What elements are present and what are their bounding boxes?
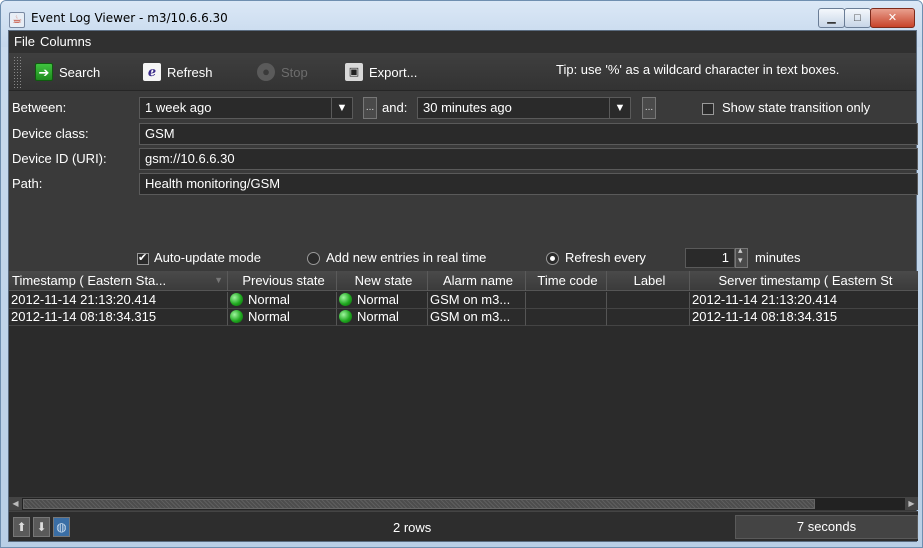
cell-time-code <box>526 309 607 326</box>
cell-server-timestamp: 2012-11-14 21:13:20.414 <box>690 292 918 309</box>
stop-button-label: Stop <box>281 64 308 80</box>
cell-server-timestamp: 2012-11-14 08:18:34.315 <box>690 309 918 326</box>
path-field[interactable]: Health monitoring/GSM <box>139 173 918 195</box>
cell-new-state-text: Normal <box>357 292 399 307</box>
status-green-icon <box>230 310 243 323</box>
elapsed-time: 7 seconds <box>735 515 918 539</box>
cell-new-state-text: Normal <box>357 309 399 324</box>
cell-label <box>607 292 690 309</box>
column-header-alarm-name[interactable]: Alarm name <box>428 271 526 291</box>
tip-text: Tip: use '%' as a wildcard character in … <box>556 62 840 77</box>
export-button[interactable]: ▣ Export... <box>345 62 417 82</box>
column-header-label[interactable]: Label <box>607 271 690 291</box>
between-chevron-down-icon[interactable]: ▼ <box>331 97 353 119</box>
column-header-timestamp[interactable]: Timestamp ( Eastern Sta... ▼ <box>9 271 228 291</box>
refresh-interval-spinner[interactable]: 1 <box>685 248 735 268</box>
auto-update-label: Auto-update mode <box>154 250 261 265</box>
menu-columns[interactable]: Columns <box>40 34 91 49</box>
maximize-button[interactable]: □ <box>844 8 871 28</box>
device-id-label: Device ID (URI): <box>12 151 107 166</box>
and-label: and: <box>382 100 408 115</box>
status-bar: ⬆ ⬇ ◍ 2 rows 7 seconds <box>9 511 918 541</box>
export-button-label: Export... <box>369 64 418 80</box>
stop-button[interactable]: ● Stop <box>257 62 308 82</box>
toolbar: ➔ Search ℯ Refresh ● Stop ▣ Export... ? … <box>9 53 916 91</box>
between-label: Between: <box>12 100 67 115</box>
cell-timestamp: 2012-11-14 21:13:20.414 <box>9 292 228 309</box>
search-button[interactable]: ➔ Search <box>35 62 100 82</box>
column-header-previous-state[interactable]: Previous state <box>228 271 337 291</box>
refresh-icon: ℯ <box>143 63 161 81</box>
cell-time-code <box>526 292 607 309</box>
state-transition-checkbox[interactable] <box>702 103 714 115</box>
cell-previous-state-text: Normal <box>248 292 290 307</box>
and-picker-button[interactable]: ... <box>642 97 656 119</box>
cell-alarm-name: GSM on m3... <box>428 309 526 326</box>
scroll-left-icon[interactable]: ◀ <box>9 498 22 510</box>
status-green-icon <box>230 293 243 306</box>
column-header-time-code[interactable]: Time code <box>526 271 607 291</box>
column-header-timestamp-label: Timestamp ( Eastern Sta... <box>12 273 167 288</box>
table-body: 2012-11-14 21:13:20.414 Normal Normal GS… <box>9 292 918 326</box>
cell-previous-state: Normal <box>228 292 337 309</box>
horizontal-scrollbar[interactable]: ◀ ▶ <box>9 497 918 510</box>
auto-update-checkbox[interactable] <box>137 251 149 265</box>
status-green-icon <box>339 293 352 306</box>
scrollbar-thumb[interactable] <box>23 499 815 509</box>
event-table: Timestamp ( Eastern Sta... ▼ Previous st… <box>9 271 918 497</box>
table-header: Timestamp ( Eastern Sta... ▼ Previous st… <box>9 271 918 291</box>
minimize-button[interactable]: ▁ <box>818 8 845 28</box>
refresh-interval-stepper[interactable] <box>735 245 748 268</box>
toolbar-grip[interactable] <box>13 56 21 88</box>
menu-bar: File Columns <box>9 31 916 53</box>
refresh-button[interactable]: ℯ Refresh <box>143 62 213 82</box>
row-count: 2 rows <box>393 520 432 535</box>
device-id-field[interactable]: gsm://10.6.6.30 <box>139 148 918 170</box>
search-button-label: Search <box>59 64 101 80</box>
cell-timestamp: 2012-11-14 08:18:34.315 <box>9 309 228 326</box>
column-header-new-state[interactable]: New state <box>337 271 428 291</box>
path-label: Path: <box>12 176 43 191</box>
cell-new-state: Normal <box>337 292 428 309</box>
table-row[interactable]: 2012-11-14 21:13:20.414 Normal Normal GS… <box>9 292 918 309</box>
state-transition-label: Show state transition only <box>722 100 871 115</box>
between-picker-button[interactable]: ... <box>363 97 377 119</box>
realtime-radio[interactable] <box>307 252 320 265</box>
cell-label <box>607 309 690 326</box>
refresh-every-radio[interactable] <box>546 252 559 265</box>
globe-icon[interactable]: ◍ <box>53 517 70 537</box>
save-disk-icon: ▣ <box>345 63 363 81</box>
sort-arrow-icon: ▼ <box>214 275 223 285</box>
cell-previous-state-text: Normal <box>248 309 290 324</box>
and-chevron-down-icon[interactable]: ▼ <box>609 97 631 119</box>
close-button[interactable]: ✕ <box>870 8 915 28</box>
arrow-up-icon[interactable]: ⬆ <box>13 517 30 537</box>
cell-alarm-name: GSM on m3... <box>428 292 526 309</box>
arrow-down-icon[interactable]: ⬇ <box>33 517 50 537</box>
realtime-label: Add new entries in real time <box>326 250 487 265</box>
wildcard-tip: ? Tip: use '%' as a wildcard character i… <box>556 62 839 77</box>
column-header-server-timestamp[interactable]: Server timestamp ( Eastern St <box>690 271 918 291</box>
cell-new-state: Normal <box>337 309 428 326</box>
between-combo[interactable]: 1 week ago <box>139 97 332 119</box>
refresh-button-label: Refresh <box>167 64 213 80</box>
window-title: Event Log Viewer - m3/10.6.6.30 <box>31 11 228 25</box>
device-class-label: Device class: <box>12 126 89 141</box>
event-log-viewer-window: ☕ Event Log Viewer - m3/10.6.6.30 ▁ □ ✕ … <box>0 0 923 548</box>
scroll-right-icon[interactable]: ▶ <box>905 498 918 510</box>
device-class-field[interactable]: GSM <box>139 123 918 145</box>
status-green-icon <box>339 310 352 323</box>
cell-previous-state: Normal <box>228 309 337 326</box>
java-app-icon: ☕ <box>9 12 25 28</box>
table-row[interactable]: 2012-11-14 08:18:34.315 Normal Normal GS… <box>9 309 918 326</box>
search-arrow-icon: ➔ <box>35 63 53 81</box>
and-combo[interactable]: 30 minutes ago <box>417 97 610 119</box>
app-content: File Columns ➔ Search ℯ Refresh ● Stop ▣… <box>8 30 918 542</box>
menu-file[interactable]: File <box>14 34 35 49</box>
minutes-label: minutes <box>755 250 801 265</box>
refresh-every-label: Refresh every <box>565 250 646 265</box>
stop-icon: ● <box>257 63 275 81</box>
